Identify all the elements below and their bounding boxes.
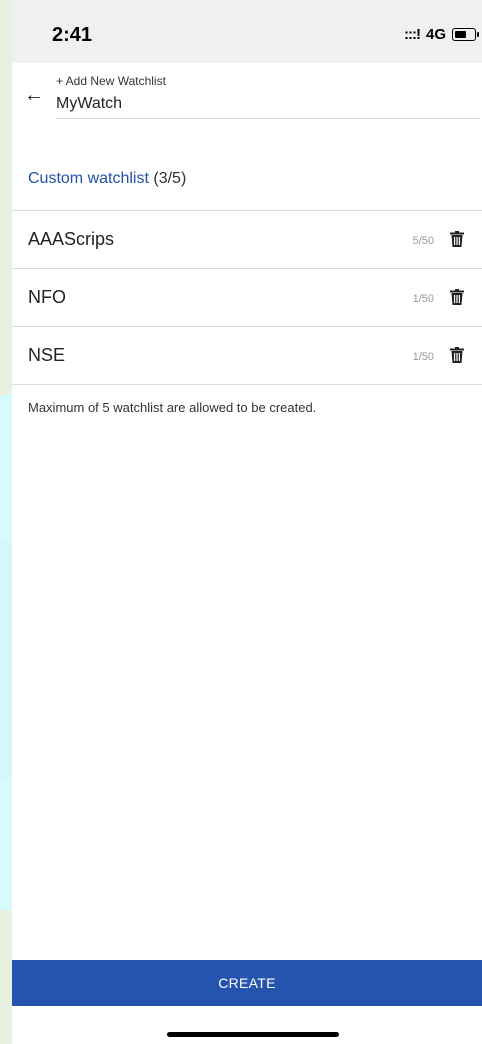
- watchlist-row[interactable]: NSE 1/50: [12, 326, 482, 385]
- create-button[interactable]: CREATE: [12, 960, 482, 1006]
- watchlist-row-count: 1/50: [412, 293, 434, 305]
- watchlist-row-name: NFO: [28, 287, 66, 307]
- watchlist-list: AAAScrips 5/50 NFO 1/50 NSE 1/50: [12, 210, 482, 385]
- watchlist-row[interactable]: AAAScrips 5/50: [12, 210, 482, 268]
- watchlist-row-name: NSE: [28, 345, 66, 365]
- watchlist-name-input[interactable]: [56, 90, 480, 119]
- background-strip-part: [0, 780, 12, 910]
- section-title-text: Custom watchlist: [28, 170, 149, 187]
- background-strip-part: [0, 540, 12, 780]
- watchlist-row-count: 5/50: [412, 235, 434, 247]
- limit-note: Maximum of 5 watchlist are allowed to be…: [28, 400, 317, 415]
- background-strip-part: [0, 395, 12, 540]
- header: ← + Add New Watchlist: [12, 63, 482, 125]
- trash-icon[interactable]: [450, 347, 464, 363]
- watchlist-panel: 2:41 :::! 4G ← + Add New Watchlist Custo…: [12, 0, 482, 1044]
- watchlist-row[interactable]: NFO 1/50: [12, 268, 482, 326]
- battery-icon: [452, 28, 479, 41]
- background-strip: [0, 0, 12, 1044]
- section-title: Custom watchlist (3/5): [28, 170, 186, 188]
- home-indicator: [167, 1032, 339, 1037]
- back-arrow-icon[interactable]: ←: [24, 85, 44, 105]
- watchlist-row-count: 1/50: [412, 351, 434, 363]
- watchlist-row-name: AAAScrips: [28, 229, 115, 249]
- trash-icon[interactable]: [450, 289, 464, 305]
- status-indicators: :::! 4G: [404, 26, 479, 43]
- trash-icon[interactable]: [450, 231, 464, 247]
- status-time: 2:41: [52, 24, 93, 46]
- network-label: 4G: [425, 26, 446, 43]
- section-title-count: (3/5): [153, 170, 187, 187]
- add-watchlist-label: + Add New Watchlist: [56, 74, 166, 88]
- status-bar: 2:41 :::! 4G: [12, 0, 482, 63]
- signal-icon: :::!: [404, 26, 421, 43]
